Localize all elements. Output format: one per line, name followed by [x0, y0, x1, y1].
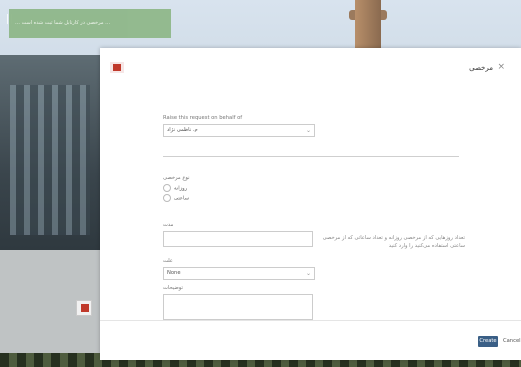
- modal-footer: Create Cancel: [100, 320, 521, 360]
- description-label: توضیحات: [163, 285, 183, 291]
- radio-circle-icon: [163, 184, 171, 192]
- chevron-down-icon: ⌄: [305, 127, 311, 134]
- duration-help-text: تعداد روزهایی که از مرخصی روزانه و تعداد…: [322, 235, 465, 249]
- radio-circle-icon: [163, 194, 171, 202]
- building-image: [0, 55, 100, 255]
- portal-logo-icon: [76, 300, 92, 316]
- radio-daily-label: روزانه: [174, 185, 188, 192]
- radio-hourly-label: ساعتی: [174, 195, 189, 202]
- notification-ticker: … مرخصی در کارتابل شما ثبت شده است …: [9, 9, 171, 38]
- app-logo-icon: [110, 62, 124, 73]
- reason-value: None: [167, 270, 181, 276]
- radio-hourly[interactable]: ساعتی: [163, 194, 189, 202]
- reason-select[interactable]: None ⌄: [163, 267, 315, 280]
- on-behalf-label: Raise this request on behalf of: [163, 115, 243, 121]
- duration-label: مدت: [163, 222, 174, 228]
- leave-type-label: نوع مرخصی: [163, 175, 190, 181]
- close-icon[interactable]: ×: [497, 62, 505, 72]
- leave-request-modal: مرخصی × Raise this request on behalf of …: [100, 48, 521, 360]
- radio-daily[interactable]: روزانه: [163, 184, 187, 192]
- chevron-down-icon: ⌄: [305, 270, 311, 277]
- form-body: Raise this request on behalf of م. ناظمی…: [100, 88, 521, 320]
- on-behalf-select[interactable]: م. ناظمی نژاد ⌄: [163, 124, 315, 137]
- create-button[interactable]: Create: [478, 336, 498, 347]
- cancel-button[interactable]: Cancel: [503, 336, 521, 347]
- description-textarea[interactable]: [163, 294, 313, 320]
- reason-label: علت: [163, 258, 173, 264]
- on-behalf-value: م. ناظمی نژاد: [167, 127, 198, 133]
- duration-input[interactable]: [163, 231, 313, 247]
- divider: [163, 156, 459, 157]
- modal-title: مرخصی: [469, 64, 493, 72]
